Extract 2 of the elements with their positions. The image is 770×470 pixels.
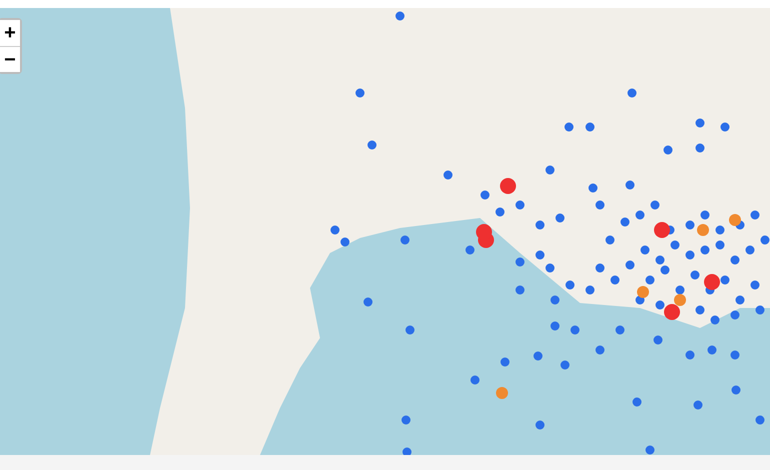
map-drawing[interactable] — [0, 8, 770, 455]
zoom-out-button[interactable]: − — [0, 46, 20, 72]
